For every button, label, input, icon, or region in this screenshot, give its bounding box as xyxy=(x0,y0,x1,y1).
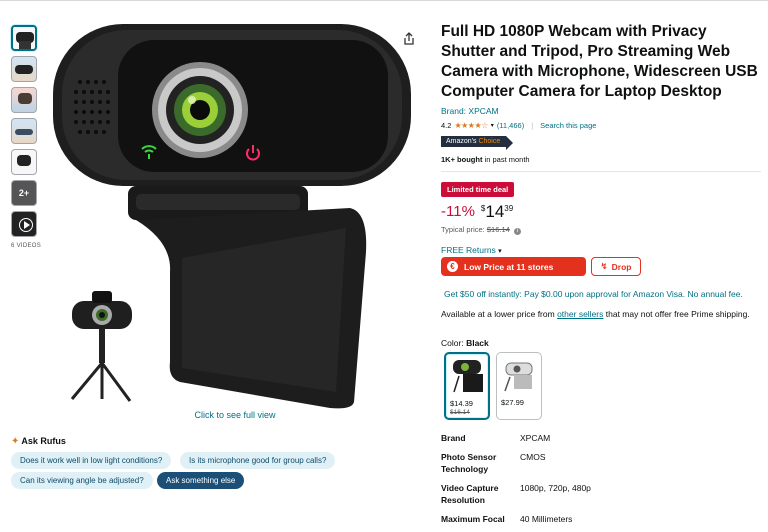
main-product-image[interactable] xyxy=(50,22,420,410)
review-count-link[interactable]: (11,466) xyxy=(497,121,524,130)
rufus-chip-microphone[interactable]: Is its microphone good for group calls? xyxy=(180,452,336,469)
thumbnail-3[interactable] xyxy=(11,87,37,113)
low-price-button[interactable]: € Low Price at 11 stores xyxy=(441,257,586,276)
brand-link[interactable]: Brand: XPCAM xyxy=(441,106,761,116)
search-this-page-link[interactable]: Search this page xyxy=(540,121,596,130)
choice-badge-word: Choice xyxy=(478,138,501,145)
typical-price-value: $16.14 xyxy=(486,225,510,234)
price-tag-icon: € xyxy=(447,261,458,272)
price-fraction: 39 xyxy=(504,204,514,213)
divider xyxy=(441,171,761,172)
thumbnail-2[interactable] xyxy=(11,56,37,82)
selected-color: Black xyxy=(466,338,489,348)
thumbnail-1[interactable] xyxy=(11,25,37,51)
spec-row: Video Capture Resolution 1080p, 720p, 48… xyxy=(441,482,761,506)
separator: | xyxy=(531,121,534,130)
ask-rufus-heading: ✦ Ask Rufus xyxy=(11,436,66,447)
rufus-chip-low-light[interactable]: Does it work well in low light condition… xyxy=(11,452,172,469)
info-icon[interactable]: i xyxy=(513,228,521,235)
lower-price-suffix: that may not offer free Prime shipping. xyxy=(605,309,750,319)
rufus-chip-viewing-angle[interactable]: Can its viewing angle be adjusted? xyxy=(11,472,153,489)
drop-label: Drop xyxy=(611,261,632,272)
typical-price: Typical price: $16.14 i xyxy=(441,225,761,235)
thumbnail-more[interactable]: 2+ xyxy=(11,180,37,206)
price-whole: 14 xyxy=(485,202,505,221)
lower-price-prefix: Available at a lower price from xyxy=(441,309,555,319)
thumbnail-rail: 2+ xyxy=(11,25,39,242)
price-drop-button[interactable]: ↯ Drop xyxy=(591,257,641,276)
play-icon xyxy=(19,218,33,232)
free-returns-link[interactable]: FREE Returns ▾ xyxy=(441,245,761,255)
thumbnail-4[interactable] xyxy=(11,118,37,144)
free-returns-label: FREE Returns xyxy=(441,245,496,255)
color-swatch-bundle[interactable]: $27.99 xyxy=(496,352,542,420)
color-selector-label: Color: Black xyxy=(441,338,489,348)
swatch-image xyxy=(453,360,483,393)
click-full-view-link[interactable]: Click to see full view xyxy=(160,410,310,420)
spec-key: Video Capture Resolution xyxy=(441,483,499,505)
star-rating-icon[interactable]: ★★★★☆ xyxy=(454,121,488,130)
product-specs-table: Brand XPCAM Photo Sensor Technology CMOS… xyxy=(441,432,761,532)
typical-price-label: Typical price: xyxy=(441,225,485,234)
spec-row: Maximum Focal 40 Millimeters xyxy=(441,513,761,525)
spec-key: Brand xyxy=(441,433,466,443)
drop-arrow-icon: ↯ xyxy=(600,261,608,271)
spec-value: 1080p, 720p, 480p xyxy=(520,483,591,493)
other-sellers-link[interactable]: other sellers xyxy=(557,309,603,319)
lower-price-notice: Available at a lower price from other se… xyxy=(441,308,761,320)
swatch-price: $27.99 xyxy=(501,398,524,407)
spec-value: CMOS xyxy=(520,452,546,462)
thumbnail-5[interactable] xyxy=(11,149,37,175)
bought-suffix: in past month xyxy=(484,155,530,164)
videos-count-label: 6 VIDEOS xyxy=(11,243,42,249)
rufus-sparkle-icon: ✦ xyxy=(11,436,20,447)
spec-value: XPCAM xyxy=(520,433,551,443)
color-swatch-black[interactable]: $14.39 $16.14 xyxy=(444,352,490,420)
spec-value: 40 Millimeters xyxy=(520,514,573,524)
discount-percent: -11% xyxy=(441,203,475,220)
limited-time-deal-badge: Limited time deal xyxy=(441,182,515,197)
rufus-chip-ask-something-else[interactable]: Ask something else xyxy=(157,472,245,489)
choice-badge-prefix: Amazon's xyxy=(446,138,477,145)
top-divider xyxy=(0,0,768,1)
chevron-down-icon: ▾ xyxy=(498,248,502,255)
ask-rufus-label: Ask Rufus xyxy=(21,436,66,446)
product-details: Full HD 1080P Webcam with Privacy Shutte… xyxy=(441,22,761,255)
thumbnail-video[interactable] xyxy=(11,211,37,237)
amazons-choice-badge[interactable]: Amazon's Choice xyxy=(441,136,514,150)
rating-row: 4.2 ★★★★☆ ▾ (11,466) | Search this page xyxy=(441,121,761,130)
swatch-old-price: $16.14 xyxy=(450,409,470,416)
low-price-label: Low Price at 11 stores xyxy=(464,261,554,272)
spec-key: Maximum Focal xyxy=(441,514,505,524)
spec-row: Photo Sensor Technology CMOS xyxy=(441,451,761,475)
visa-promo-link[interactable]: Get $50 off instantly: Pay $0.00 upon ap… xyxy=(444,289,743,299)
spec-key: Photo Sensor Technology xyxy=(441,452,497,474)
bought-count: 1K+ bought xyxy=(441,155,483,164)
rating-value: 4.2 xyxy=(441,121,452,130)
swatch-image xyxy=(504,362,533,392)
share-icon[interactable] xyxy=(402,32,416,46)
swatch-price: $14.39 xyxy=(450,399,473,408)
spec-row: Brand XPCAM xyxy=(441,432,761,444)
product-title: Full HD 1080P Webcam with Privacy Shutte… xyxy=(441,23,758,100)
chevron-down-icon[interactable]: ▾ xyxy=(491,122,494,129)
price-row: -11% $ 14 39 xyxy=(441,203,761,221)
bought-in-past-month: 1K+ bought in past month xyxy=(441,155,761,164)
color-label: Color: xyxy=(441,338,464,348)
